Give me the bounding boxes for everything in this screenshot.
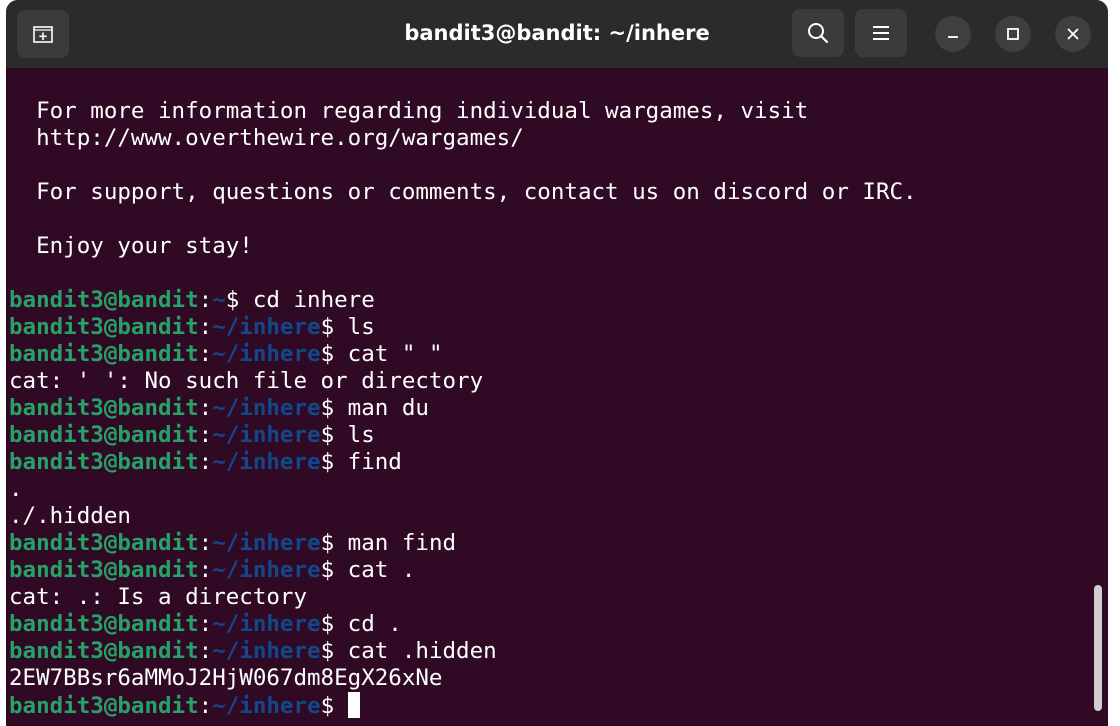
search-button[interactable] (792, 9, 844, 57)
prompt-line: bandit3@bandit:~$ cd inhere (9, 287, 1094, 314)
prompt-separator: : (198, 449, 213, 475)
maximize-button[interactable] (995, 16, 1031, 52)
command-text: man find (347, 530, 457, 556)
terminal-output[interactable]: For more information regarding individua… (9, 71, 1094, 726)
prompt-user: bandit3@bandit (9, 449, 199, 475)
output-line: For support, questions or comments, cont… (9, 179, 917, 205)
prompt-path: ~/inhere (212, 611, 321, 637)
prompt-path: ~/inhere (212, 341, 321, 367)
output-line: cat: .: Is a directory (9, 584, 308, 610)
prompt-line: bandit3@bandit:~/inhere$ man du (9, 395, 1094, 422)
prompt-user: bandit3@bandit (9, 422, 199, 448)
prompt-dollar: $ (320, 449, 348, 475)
prompt-separator: : (198, 530, 213, 556)
new-tab-icon (32, 24, 54, 44)
prompt-line: bandit3@bandit:~/inhere$ man find (9, 530, 1094, 557)
output-line: 2EW7BBsr6aMMoJ2HjW067dm8EgX26xNe (9, 665, 443, 691)
scrollbar-thumb[interactable] (1094, 585, 1102, 711)
text-cursor (347, 692, 360, 718)
output-line: ./.hidden (9, 503, 131, 529)
prompt-user: bandit3@bandit (9, 611, 199, 637)
prompt-path: ~/inhere (212, 422, 321, 448)
prompt-line: bandit3@bandit:~/inhere$ (9, 692, 1094, 719)
output-line: cat: ' ': No such file or directory (9, 368, 484, 394)
prompt-dollar: $ (320, 638, 348, 664)
search-icon (806, 21, 830, 45)
output-line: . (9, 476, 23, 502)
minimize-icon (946, 27, 960, 41)
prompt-dollar: $ (320, 693, 348, 719)
prompt-line: bandit3@bandit:~/inhere$ cd . (9, 611, 1094, 638)
prompt-dollar: $ (320, 557, 348, 583)
prompt-line: bandit3@bandit:~/inhere$ cat . (9, 557, 1094, 584)
prompt-dollar: $ (320, 530, 348, 556)
terminal-window: bandit3@bandit: ~/inhere For more inform… (6, 0, 1108, 726)
close-button[interactable] (1055, 16, 1091, 52)
prompt-dollar: $ (320, 611, 348, 637)
prompt-dollar: $ (225, 287, 253, 313)
prompt-path: ~/inhere (212, 638, 321, 664)
command-text: cd inhere (252, 287, 375, 313)
prompt-dollar: $ (320, 422, 348, 448)
command-text: cd . (347, 611, 402, 637)
command-text: cat " " (347, 341, 443, 367)
title-bar[interactable]: bandit3@bandit: ~/inhere (6, 0, 1108, 68)
menu-button[interactable] (855, 9, 907, 57)
prompt-user: bandit3@bandit (9, 557, 199, 583)
command-text: find (347, 449, 402, 475)
prompt-dollar: $ (320, 314, 348, 340)
output-line: http://www.overthewire.org/wargames/ (9, 125, 524, 151)
prompt-dollar: $ (320, 395, 348, 421)
prompt-separator: : (198, 395, 213, 421)
prompt-user: bandit3@bandit (9, 341, 199, 367)
prompt-user: bandit3@bandit (9, 638, 199, 664)
hamburger-menu-icon (872, 25, 890, 41)
prompt-separator: : (198, 287, 213, 313)
prompt-line: bandit3@bandit:~/inhere$ cat " " (9, 341, 1094, 368)
prompt-path: ~/inhere (212, 530, 321, 556)
command-text: cat .hidden (347, 638, 497, 664)
minimize-button[interactable] (935, 16, 971, 52)
command-text: ls (347, 314, 375, 340)
prompt-line: bandit3@bandit:~/inhere$ ls (9, 422, 1094, 449)
prompt-separator: : (198, 557, 213, 583)
prompt-dollar: $ (320, 341, 348, 367)
prompt-line: bandit3@bandit:~/inhere$ cat .hidden (9, 638, 1094, 665)
command-text: ls (347, 422, 375, 448)
prompt-user: bandit3@bandit (9, 287, 199, 313)
prompt-separator: : (198, 314, 213, 340)
prompt-separator: : (198, 638, 213, 664)
command-text: man du (347, 395, 429, 421)
command-text: cat . (347, 557, 416, 583)
output-line: Enjoy your stay! (9, 233, 253, 259)
prompt-user: bandit3@bandit (9, 530, 199, 556)
prompt-separator: : (198, 422, 213, 448)
new-tab-button[interactable] (17, 10, 69, 58)
prompt-path: ~ (212, 287, 226, 313)
maximize-icon (1006, 27, 1020, 41)
prompt-path: ~/inhere (212, 557, 321, 583)
prompt-separator: : (198, 341, 213, 367)
prompt-separator: : (198, 611, 213, 637)
prompt-path: ~/inhere (212, 693, 321, 719)
output-line: For more information regarding individua… (9, 98, 809, 124)
prompt-user: bandit3@bandit (9, 314, 199, 340)
prompt-path: ~/inhere (212, 395, 321, 421)
prompt-path: ~/inhere (212, 314, 321, 340)
prompt-line: bandit3@bandit:~/inhere$ find (9, 449, 1094, 476)
prompt-separator: : (198, 693, 213, 719)
prompt-user: bandit3@bandit (9, 693, 199, 719)
prompt-user: bandit3@bandit (9, 395, 199, 421)
close-icon (1066, 27, 1080, 41)
prompt-line: bandit3@bandit:~/inhere$ ls (9, 314, 1094, 341)
prompt-path: ~/inhere (212, 449, 321, 475)
